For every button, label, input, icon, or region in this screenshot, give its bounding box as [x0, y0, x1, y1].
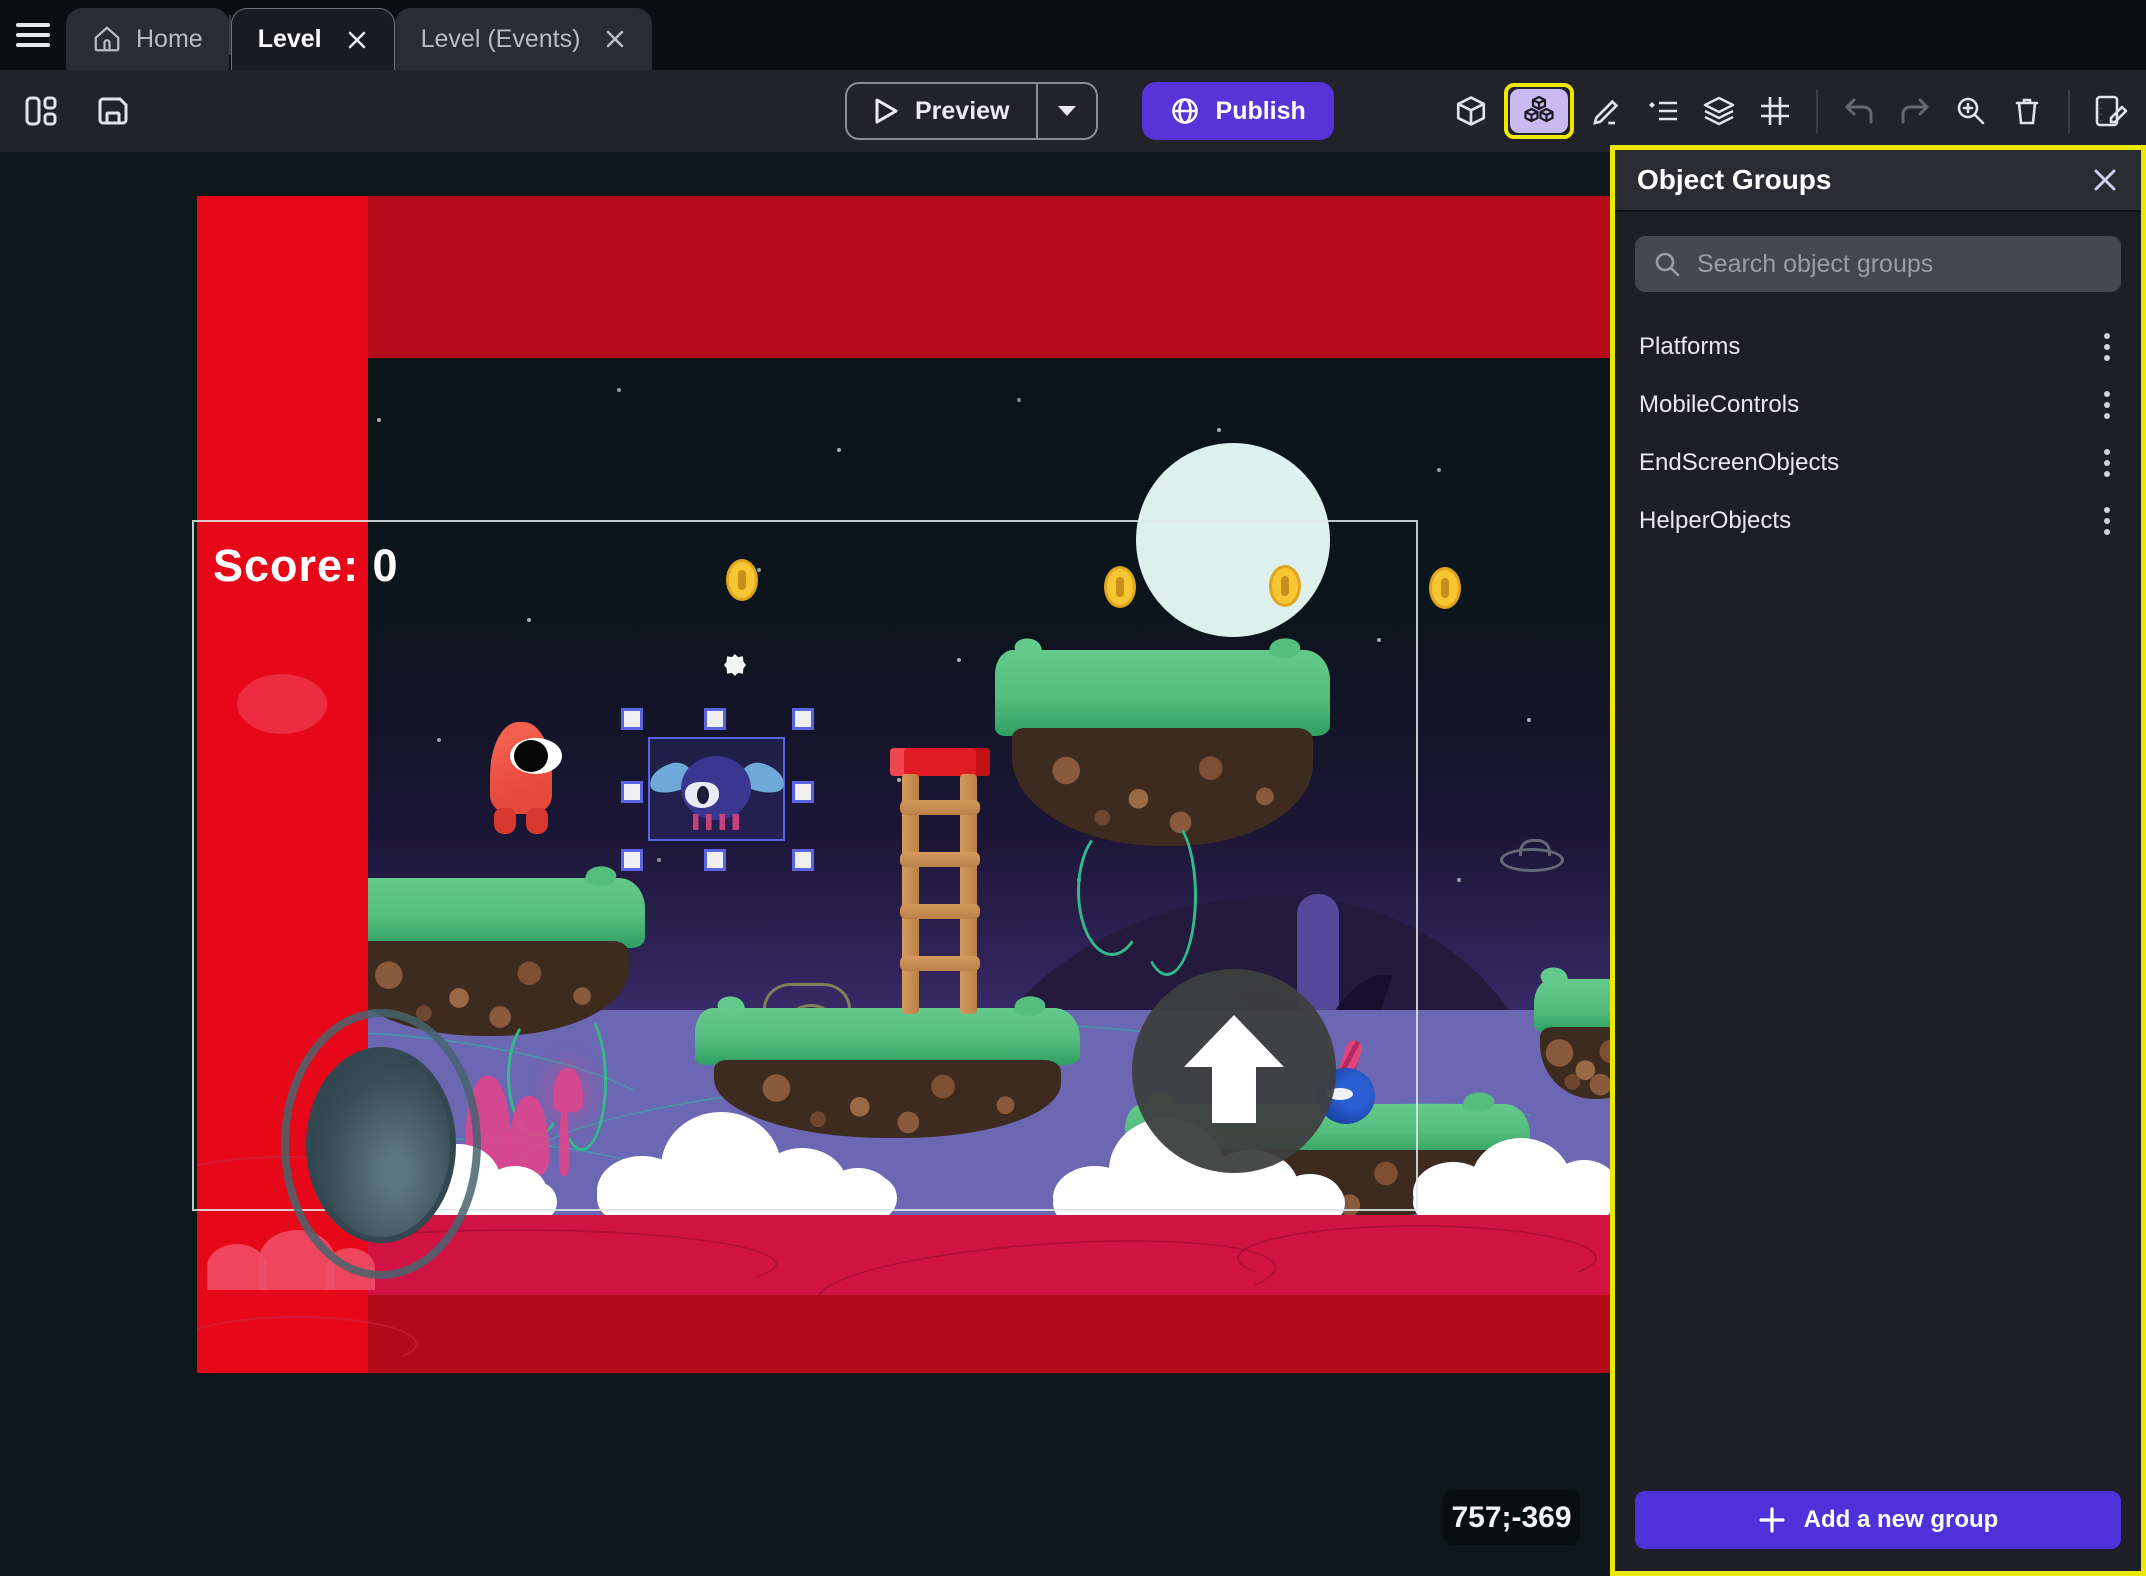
- undo-icon[interactable]: [1836, 88, 1882, 134]
- group-row-helperobjects[interactable]: HelperObjects: [1615, 492, 2141, 550]
- preview-split-button: Preview: [845, 82, 1098, 140]
- edit-events-icon[interactable]: [2088, 88, 2134, 134]
- toolbar-divider: [2068, 89, 2070, 133]
- grid-icon[interactable]: [1752, 88, 1798, 134]
- publish-label: Publish: [1216, 97, 1306, 126]
- close-icon[interactable]: [604, 28, 626, 50]
- caret-down-icon: [1056, 104, 1078, 118]
- tab-level-events[interactable]: Level (Events): [395, 8, 653, 70]
- kebab-menu-icon[interactable]: [2087, 443, 2127, 483]
- layers-icon[interactable]: [1696, 88, 1742, 134]
- editor-toolbar: Preview Publish: [0, 70, 2146, 152]
- publish-button[interactable]: Publish: [1142, 82, 1334, 140]
- tab-bar: Home Level Level (Events): [0, 0, 2146, 70]
- arrow-up-icon: [1184, 1015, 1284, 1123]
- group-name: EndScreenObjects: [1639, 449, 1839, 477]
- group-name: MobileControls: [1639, 391, 1799, 419]
- group-row-platforms[interactable]: Platforms: [1615, 318, 2141, 376]
- level-top-band: [197, 196, 1610, 358]
- ufo-outline-decoration: [1500, 848, 1564, 872]
- edit-pencil-icon[interactable]: [1584, 88, 1630, 134]
- preview-dropdown-button[interactable]: [1036, 84, 1096, 138]
- plus-icon: [1758, 1506, 1786, 1534]
- panel-header: Object Groups: [1615, 150, 2141, 212]
- add-group-button[interactable]: Add a new group: [1635, 1491, 2121, 1549]
- instances-list-icon[interactable]: [1640, 88, 1686, 134]
- save-icon[interactable]: [90, 88, 136, 134]
- kebab-menu-icon[interactable]: [2087, 385, 2127, 425]
- platform-sprite[interactable]: [1534, 979, 1610, 1099]
- selected-tool-highlight: [1504, 83, 1574, 139]
- panel-title: Object Groups: [1637, 164, 1831, 196]
- group-list: Platforms MobileControls EndScreenObject…: [1615, 318, 2141, 550]
- tab-level[interactable]: Level: [231, 8, 395, 70]
- home-icon: [92, 24, 122, 54]
- kebab-menu-icon[interactable]: [2087, 327, 2127, 367]
- layout-panels-icon[interactable]: [18, 88, 64, 134]
- object-groups-panel: Object Groups Platforms MobileControls: [1610, 145, 2146, 1576]
- search-icon: [1653, 250, 1681, 278]
- coordinates-badge: 757;-369: [1443, 1490, 1580, 1545]
- app-window: Home Level Level (Events): [0, 0, 2146, 1576]
- group-name: Platforms: [1639, 333, 1740, 361]
- coin-sprite[interactable]: [1429, 567, 1461, 609]
- joystick-control[interactable]: [281, 1009, 481, 1279]
- close-icon[interactable]: [346, 29, 368, 51]
- preview-button[interactable]: Preview: [847, 84, 1036, 138]
- panel-spacer: [1615, 550, 2141, 1491]
- add-group-label: Add a new group: [1804, 1506, 1999, 1534]
- close-icon[interactable]: [2091, 166, 2119, 194]
- search-box[interactable]: [1635, 236, 2121, 292]
- group-row-endscreenobjects[interactable]: EndScreenObjects: [1615, 434, 2141, 492]
- joystick-knob: [306, 1047, 456, 1243]
- object-groups-icon[interactable]: [1510, 89, 1568, 133]
- toolbar-divider: [1816, 89, 1818, 133]
- tab-home[interactable]: Home: [66, 8, 229, 70]
- tab-label: Level: [258, 25, 322, 54]
- group-name: HelperObjects: [1639, 507, 1791, 535]
- group-row-mobilecontrols[interactable]: MobileControls: [1615, 376, 2141, 434]
- menu-icon[interactable]: [0, 4, 66, 66]
- preview-label: Preview: [915, 97, 1010, 126]
- zoom-in-icon[interactable]: [1948, 88, 1994, 134]
- globe-icon: [1170, 96, 1200, 126]
- tab-label: Home: [136, 25, 203, 54]
- play-icon: [873, 97, 899, 125]
- jump-button[interactable]: [1132, 969, 1336, 1173]
- delete-icon[interactable]: [2004, 88, 2050, 134]
- objects-cube-icon[interactable]: [1448, 88, 1494, 134]
- search-input[interactable]: [1697, 250, 2103, 279]
- score-text[interactable]: Score: 0: [213, 540, 399, 592]
- kebab-menu-icon[interactable]: [2087, 501, 2127, 541]
- redo-icon[interactable]: [1892, 88, 1938, 134]
- tab-label: Level (Events): [421, 25, 581, 54]
